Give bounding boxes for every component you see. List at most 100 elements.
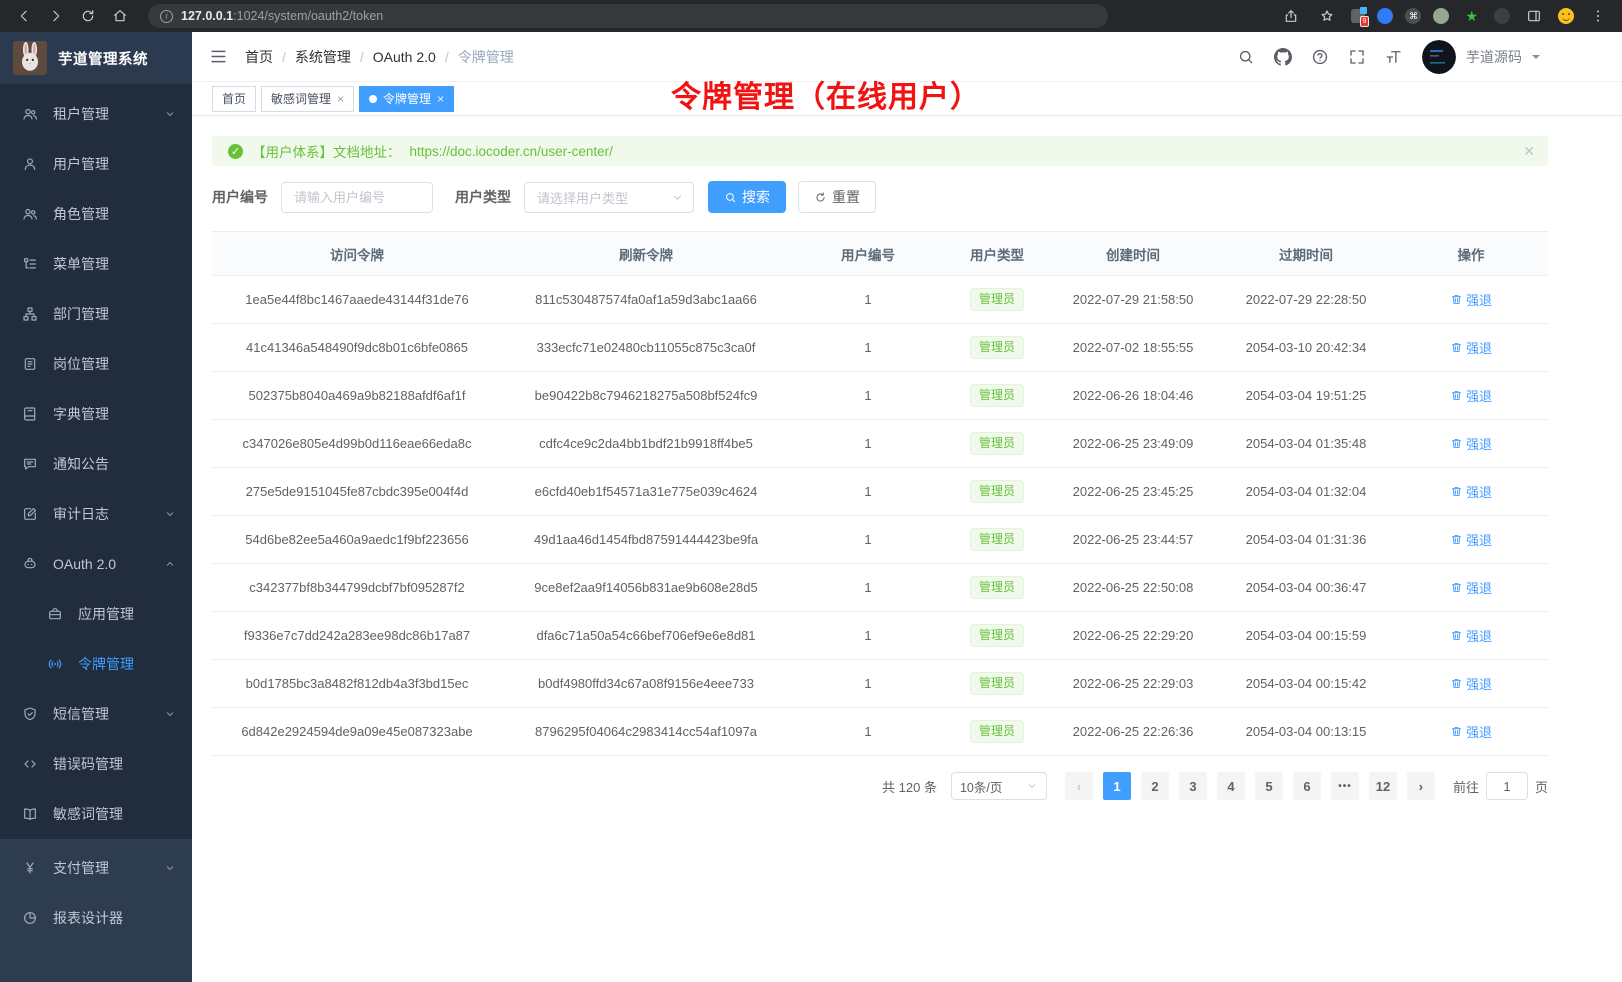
oauth-icon <box>22 556 39 572</box>
force-logout-button[interactable]: 强退 <box>1450 434 1492 453</box>
tab-token[interactable]: 令牌管理× <box>359 86 454 112</box>
tab-sensitive-word[interactable]: 敏感词管理× <box>261 86 354 112</box>
bookmark-star-icon[interactable] <box>1315 8 1339 24</box>
created-time-cell: 2022-06-25 23:49:09 <box>1048 420 1218 468</box>
tab-close-icon[interactable]: × <box>437 92 444 106</box>
user-id-cell: 1 <box>790 612 946 660</box>
sidebar-item-menu-management[interactable]: 菜单管理 <box>0 239 192 289</box>
force-logout-label: 强退 <box>1466 290 1492 309</box>
breadcrumb-item[interactable]: 系统管理 <box>295 47 351 67</box>
tab-close-icon[interactable]: × <box>337 92 344 106</box>
force-logout-button[interactable]: 强退 <box>1450 482 1492 501</box>
page-button-4[interactable]: 4 <box>1217 772 1245 800</box>
expire-time-cell: 2054-03-04 01:32:04 <box>1218 468 1394 516</box>
alert-close-icon[interactable]: ✕ <box>1523 143 1535 160</box>
extension-dark-icon[interactable] <box>1494 8 1510 24</box>
sidebar-item-oauth2[interactable]: OAuth 2.0 <box>0 539 192 589</box>
page-button-12[interactable]: 12 <box>1369 772 1397 800</box>
browser-back-icon[interactable] <box>12 8 36 24</box>
fullscreen-icon[interactable] <box>1348 48 1366 66</box>
page-button-3[interactable]: 3 <box>1179 772 1207 800</box>
sidebar-item-tenant-management[interactable]: 租户管理 <box>0 89 192 139</box>
force-logout-button[interactable]: 强退 <box>1450 290 1492 309</box>
browser-reload-icon[interactable] <box>76 8 100 24</box>
browser-forward-icon[interactable] <box>44 8 68 24</box>
extension-icon[interactable]: 9 <box>1351 9 1365 23</box>
page-button-2[interactable]: 2 <box>1141 772 1169 800</box>
side-panel-icon[interactable] <box>1522 8 1546 24</box>
extension-green-star-icon[interactable]: ★ <box>1461 8 1482 25</box>
expire-time-cell: 2054-03-04 00:15:59 <box>1218 612 1394 660</box>
breadcrumb-item[interactable]: 首页 <box>245 47 273 67</box>
extension-command-icon[interactable]: ⌘ <box>1405 8 1421 24</box>
page-size-select[interactable]: 10条/页 <box>951 772 1047 800</box>
prev-page-button[interactable]: ‹ <box>1065 772 1093 800</box>
user-type-badge: 管理员 <box>970 528 1024 550</box>
force-logout-button[interactable]: 强退 <box>1450 578 1492 597</box>
site-info-icon[interactable]: i <box>160 10 173 23</box>
breadcrumb-item[interactable]: OAuth 2.0 <box>373 49 436 65</box>
force-logout-button[interactable]: 强退 <box>1450 530 1492 549</box>
browser-menu-icon[interactable] <box>1586 8 1610 24</box>
search-button[interactable]: 搜索 <box>708 181 786 213</box>
page-button-5[interactable]: 5 <box>1255 772 1283 800</box>
sidebar-item-pay-management[interactable]: 支付管理 <box>0 843 192 893</box>
sidebar-item-dept-management[interactable]: 部门管理 <box>0 289 192 339</box>
extension-gray-icon[interactable] <box>1433 8 1449 24</box>
user-id-cell: 1 <box>790 324 946 372</box>
goto-label: 前往 <box>1453 777 1479 796</box>
page-button-1[interactable]: 1 <box>1103 772 1131 800</box>
force-logout-button[interactable]: 强退 <box>1450 722 1492 741</box>
notice-icon <box>22 456 39 472</box>
reset-button[interactable]: 重置 <box>798 181 876 213</box>
dict-icon <box>22 406 39 422</box>
help-icon[interactable] <box>1311 48 1329 66</box>
force-logout-button[interactable]: 强退 <box>1450 386 1492 405</box>
share-icon[interactable] <box>1279 8 1303 24</box>
access-token-cell: c342377bf8b344799dcbf7bf095287f2 <box>212 564 502 612</box>
user-type-cell: 管理员 <box>946 468 1048 516</box>
page-ellipsis[interactable]: ••• <box>1331 772 1359 800</box>
force-logout-button[interactable]: 强退 <box>1450 338 1492 357</box>
sidebar-item-role-management[interactable]: 角色管理 <box>0 189 192 239</box>
extension-blue-icon[interactable] <box>1377 8 1393 24</box>
user-id-cell: 1 <box>790 660 946 708</box>
app-logo[interactable]: 芋道管理系统 <box>0 32 192 84</box>
sidebar-item-user-management[interactable]: 用户管理 <box>0 139 192 189</box>
font-size-icon[interactable] <box>1385 48 1403 66</box>
search-icon[interactable] <box>1237 48 1255 66</box>
profile-emoji-icon[interactable] <box>1558 8 1574 24</box>
action-cell: 强退 <box>1394 468 1548 516</box>
user-id-cell: 1 <box>790 276 946 324</box>
doc-link[interactable]: https://doc.iocoder.cn/user-center/ <box>410 144 613 159</box>
chevron-down-icon <box>164 508 176 520</box>
address-bar[interactable]: i 127.0.0.1:1024/system/oauth2/token <box>148 4 1108 28</box>
user-type-select[interactable]: 请选择用户类型 <box>524 182 694 213</box>
sidebar-item-oauth2-application[interactable]: 应用管理 <box>0 589 192 639</box>
next-page-button[interactable]: › <box>1407 772 1435 800</box>
force-logout-button[interactable]: 强退 <box>1450 626 1492 645</box>
force-logout-button[interactable]: 强退 <box>1450 674 1492 693</box>
hamburger-icon[interactable] <box>209 47 228 66</box>
action-cell: 强退 <box>1394 612 1548 660</box>
username-label[interactable]: 芋道源码 <box>1466 47 1522 67</box>
column-header: 访问令牌 <box>212 232 502 276</box>
sidebar-item-sms-management[interactable]: 短信管理 <box>0 689 192 739</box>
sidebar-item-sensitive-word[interactable]: 敏感词管理 <box>0 789 192 839</box>
caret-down-icon[interactable] <box>1532 55 1540 63</box>
sidebar-item-oauth2-token[interactable]: 令牌管理 <box>0 639 192 689</box>
sidebar-item-audit-log[interactable]: 审计日志 <box>0 489 192 539</box>
github-icon[interactable] <box>1274 48 1292 66</box>
sidebar-item-post-management[interactable]: 岗位管理 <box>0 339 192 389</box>
user-avatar[interactable] <box>1422 40 1456 74</box>
page-button-6[interactable]: 6 <box>1293 772 1321 800</box>
sidebar-item-notice-announcement[interactable]: 通知公告 <box>0 439 192 489</box>
goto-page-input[interactable] <box>1486 772 1528 800</box>
sidebar-item-dict-management[interactable]: 字典管理 <box>0 389 192 439</box>
browser-home-icon[interactable] <box>108 8 132 24</box>
user-id-input[interactable] <box>281 182 433 213</box>
tab-home[interactable]: 首页 <box>212 86 256 112</box>
sidebar-item-error-code-management[interactable]: 错误码管理 <box>0 739 192 789</box>
table-row: 502375b8040a469a9b82188afdf6af1fbe90422b… <box>212 372 1548 420</box>
sidebar-item-report-designer[interactable]: 报表设计器 <box>0 893 192 943</box>
